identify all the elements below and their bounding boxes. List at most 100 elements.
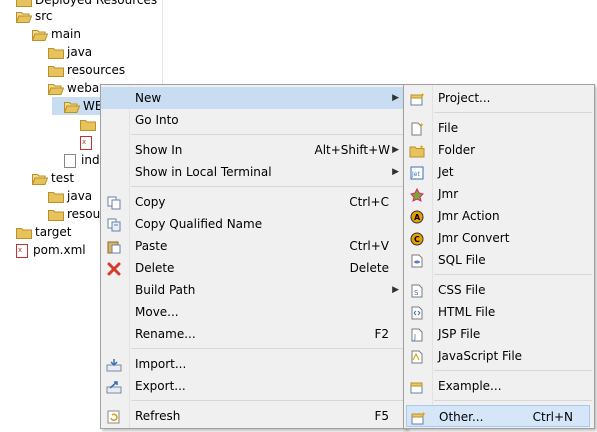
menu-item-show-in-local-terminal[interactable]: Show in Local Terminal ▶ xyxy=(101,161,406,183)
tree-item-label: Deployed Resources xyxy=(35,0,158,7)
submenu-item-label: SQL File xyxy=(438,253,486,267)
folder-icon xyxy=(48,209,64,221)
menu-item-label: Copy Qualified Name xyxy=(135,217,263,231)
svg-text:✦: ✦ xyxy=(419,122,424,129)
menu-item-label: Copy xyxy=(135,195,166,209)
submenu-item-javascript-file[interactable]: JavaScript File xyxy=(404,345,594,367)
svg-text:A: A xyxy=(414,213,421,222)
tree-item-label: ind xyxy=(81,153,100,167)
submenu-arrow-icon: ▶ xyxy=(392,145,399,155)
example-icon xyxy=(409,379,425,394)
menu-item-import[interactable]: Import... xyxy=(101,353,406,375)
folder-icon xyxy=(48,47,64,59)
tree-item[interactable]: src xyxy=(4,7,53,25)
tree-item-label: main xyxy=(51,27,81,41)
menu-item-label: Move... xyxy=(135,305,179,319)
tree-item[interactable]: ind xyxy=(52,151,100,169)
xml-file-icon: x xyxy=(16,243,28,258)
context-menu: New ▶ Go Into Show In Alt+Shift+W ▶ Show in Lo… xyxy=(100,84,407,429)
menu-item-shortcut: F2 xyxy=(374,327,389,341)
submenu-item-label: JavaScript File xyxy=(438,349,523,363)
submenu-item-jmr-convert[interactable]: C Jmr Convert xyxy=(404,227,594,249)
menu-item-show-in[interactable]: Show In Alt+Shift+W ▶ xyxy=(101,139,406,161)
tree-item[interactable]: x xyxy=(68,133,97,151)
submenu-item-jsp-file[interactable]: J JSP File xyxy=(404,323,594,345)
delete-icon xyxy=(106,261,122,276)
xml-file-icon: x xyxy=(80,135,92,150)
folder-icon xyxy=(48,65,64,77)
jet-icon: Jet xyxy=(409,165,425,180)
sql-file-icon xyxy=(409,253,425,268)
paste-icon xyxy=(106,239,122,254)
menu-item-export[interactable]: Export... xyxy=(101,375,406,397)
menu-item-label: Build Path xyxy=(135,283,196,297)
menu-item-rename[interactable]: Rename... F2 xyxy=(101,323,406,345)
svg-text:C: C xyxy=(414,235,420,244)
tree-item[interactable]: x pom.xml xyxy=(4,241,86,259)
submenu-item-file[interactable]: ✦ File xyxy=(404,117,594,139)
menu-separator xyxy=(131,186,404,187)
submenu-item-other[interactable]: ✦ Other... Ctrl+N xyxy=(406,405,590,427)
tree-item[interactable]: resources xyxy=(36,61,125,79)
html-file-icon xyxy=(409,305,425,320)
new-folder-icon: ✦ xyxy=(409,143,425,158)
submenu-item-jmr[interactable]: Jmr xyxy=(404,183,594,205)
menu-item-move[interactable]: Move... xyxy=(101,301,406,323)
folder-icon xyxy=(16,227,32,239)
tree-item-label: resources xyxy=(67,63,126,77)
javascript-file-icon xyxy=(409,349,425,364)
tree-item[interactable]: java xyxy=(36,187,92,205)
tree-item[interactable]: test xyxy=(20,169,74,187)
menu-separator xyxy=(131,348,404,349)
submenu-item-folder[interactable]: ✦ Folder xyxy=(404,139,594,161)
submenu-item-jmr-action[interactable]: A Jmr Action xyxy=(404,205,594,227)
menu-item-label: Show In xyxy=(135,143,183,157)
submenu-item-label: Jmr xyxy=(438,187,459,201)
tree-item[interactable]: webap xyxy=(36,79,107,97)
tree-item[interactable]: java xyxy=(36,43,92,61)
folder-icon xyxy=(48,191,64,203)
css-file-icon: S xyxy=(409,283,425,298)
menu-item-shortcut: Delete xyxy=(349,261,389,275)
menu-item-paste[interactable]: Paste Ctrl+V xyxy=(101,235,406,257)
other-wizard-icon: ✦ xyxy=(410,410,426,425)
copy-qualified-icon xyxy=(106,217,122,232)
svg-text:✦: ✦ xyxy=(419,144,424,151)
submenu-item-label: Other... xyxy=(439,410,484,424)
menu-item-label: Refresh xyxy=(135,409,181,423)
tree-item[interactable]: target xyxy=(4,223,72,241)
menu-item-label: Delete xyxy=(135,261,175,275)
copy-icon xyxy=(106,195,122,210)
tree-item[interactable]: main xyxy=(20,25,81,43)
submenu-item-example[interactable]: Example... xyxy=(404,375,594,397)
folder-open-icon xyxy=(32,29,48,41)
new-submenu: ✦ Project... ✦ File ✦ Folder Jet Jet Jmr A Jmr Act… xyxy=(403,84,595,429)
menu-item-copy[interactable]: Copy Ctrl+C xyxy=(101,191,406,213)
menu-item-delete[interactable]: Delete Delete xyxy=(101,257,406,279)
submenu-item-shortcut: Ctrl+N xyxy=(532,410,573,424)
menu-item-label: New xyxy=(135,91,162,105)
submenu-item-jet[interactable]: Jet Jet xyxy=(404,161,594,183)
menu-item-build-path[interactable]: Build Path ▶ xyxy=(101,279,406,301)
menu-item-refresh[interactable]: Refresh F5 xyxy=(101,405,406,427)
submenu-item-html-file[interactable]: HTML File xyxy=(404,301,594,323)
tree-item-label: pom.xml xyxy=(33,243,86,257)
svg-text:✦: ✦ xyxy=(420,92,425,99)
submenu-item-css-file[interactable]: S CSS File xyxy=(404,279,594,301)
file-icon xyxy=(64,153,76,168)
menu-item-label: Paste xyxy=(135,239,168,253)
submenu-item-label: Folder xyxy=(438,143,476,157)
tree-item[interactable] xyxy=(68,115,99,133)
menu-item-new[interactable]: New ▶ xyxy=(101,87,406,109)
submenu-item-sql-file[interactable]: SQL File xyxy=(404,249,594,271)
submenu-arrow-icon: ▶ xyxy=(392,167,399,177)
jmr-action-icon: A xyxy=(409,209,425,224)
menu-separator xyxy=(434,112,592,113)
menu-item-label: Show in Local Terminal xyxy=(135,165,272,179)
menu-item-copy-qualified-name[interactable]: Copy Qualified Name xyxy=(101,213,406,235)
tree-item[interactable]: resour xyxy=(36,205,105,223)
submenu-item-project[interactable]: ✦ Project... xyxy=(404,87,594,109)
menu-item-go-into[interactable]: Go Into xyxy=(101,109,406,131)
folder-open-icon xyxy=(32,173,48,185)
folder-icon xyxy=(16,0,32,7)
